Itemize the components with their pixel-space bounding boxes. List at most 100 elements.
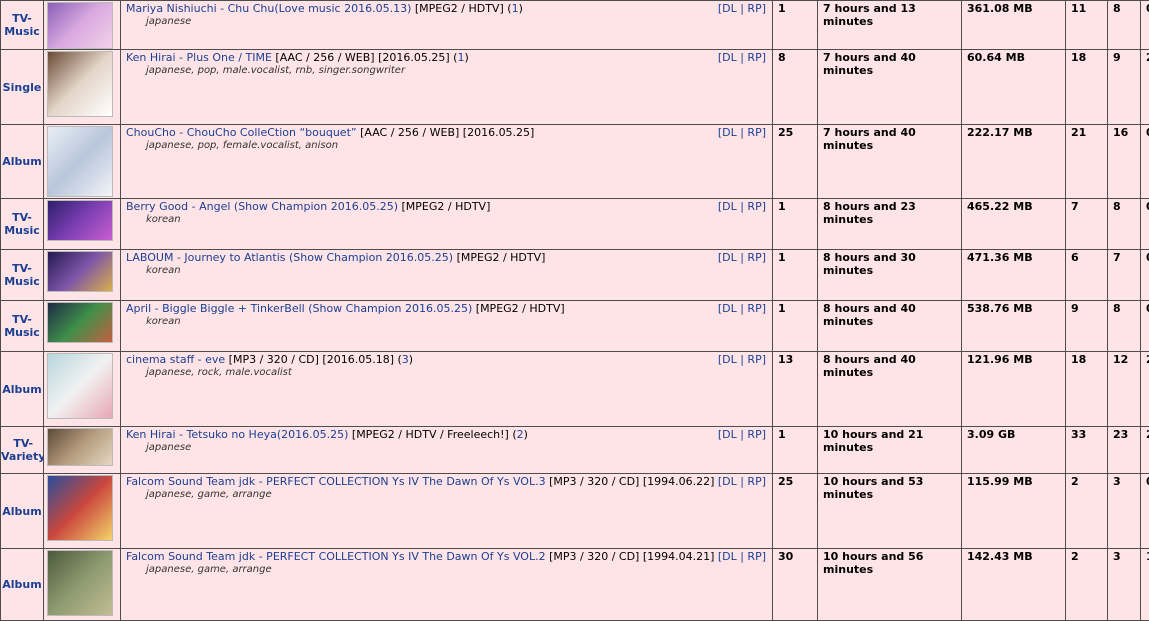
download-report-links: [DL | RP]	[718, 550, 766, 563]
download-link[interactable]: DL	[722, 200, 737, 213]
snatched-count: 0	[1141, 474, 1149, 549]
torrent-title-link[interactable]: Ken Hirai - Tetsuko no Heya(2016.05.25)	[126, 428, 348, 441]
cover-thumbnail[interactable]	[47, 353, 113, 419]
cover-thumbnail[interactable]	[47, 428, 113, 466]
tag-list[interactable]: japanese	[126, 441, 772, 454]
cover-thumbnail[interactable]	[47, 251, 113, 292]
download-link[interactable]: DL	[722, 428, 737, 441]
download-link[interactable]: DL	[722, 475, 737, 488]
title-line: cinema staff - eve [MP3 / 320 / CD] [201…	[126, 353, 772, 366]
download-link[interactable]: DL	[722, 302, 737, 315]
cover-thumbnail[interactable]	[47, 2, 113, 49]
cover-thumbnail[interactable]	[47, 550, 113, 616]
category-link[interactable]: TV-Music	[1, 12, 43, 38]
torrent-size: 115.99 MB	[962, 474, 1066, 549]
title-line: LABOUM - Journey to Atlantis (Show Champ…	[126, 251, 772, 264]
category-link[interactable]: Album	[2, 505, 41, 518]
category-cell: Album	[1, 125, 44, 199]
download-link[interactable]: DL	[722, 51, 737, 64]
tag-list[interactable]: japanese, pop, male.vocalist, rnb, singe…	[126, 64, 772, 77]
torrent-row: Album Falcom Sound Team jdk - PERFECT COL…	[1, 549, 1149, 621]
comments-count-link[interactable]: 1	[457, 51, 464, 64]
category-link[interactable]: TV-Music	[1, 262, 43, 288]
thumbnail-cell	[44, 474, 121, 549]
comments-count-link[interactable]: 3	[402, 353, 409, 366]
download-link[interactable]: DL	[722, 2, 737, 15]
torrent-title-link[interactable]: LABOUM - Journey to Atlantis (Show Champ…	[126, 251, 453, 264]
report-link[interactable]: RP	[747, 353, 761, 366]
torrent-row: Album ChouCho - ChouCho ColleCtion “bouqu…	[1, 125, 1149, 199]
category-cell: Album	[1, 549, 44, 621]
category-link[interactable]: TV-Music	[1, 211, 43, 237]
report-link[interactable]: RP	[747, 302, 761, 315]
tag-list[interactable]: japanese, game, arrange	[126, 488, 772, 501]
download-link[interactable]: DL	[722, 550, 737, 563]
torrent-title-link[interactable]: ChouCho - ChouCho ColleCtion “bouquet”	[126, 126, 357, 139]
seeders-count: 21	[1066, 125, 1108, 199]
torrent-size: 142.43 MB	[962, 549, 1066, 621]
file-count: 1	[773, 1, 818, 50]
cover-thumbnail[interactable]	[47, 302, 113, 343]
file-count: 8	[773, 50, 818, 125]
torrent-title-link[interactable]: Ken Hirai - Plus One / TIME	[126, 51, 272, 64]
report-link[interactable]: RP	[747, 428, 761, 441]
download-link[interactable]: DL	[722, 251, 737, 264]
seeders-count: 2	[1066, 474, 1108, 549]
download-link[interactable]: DL	[722, 126, 737, 139]
torrent-row: SingleKen Hirai - Plus One / TIME [AAC /…	[1, 50, 1149, 125]
tag-list[interactable]: korean	[126, 264, 772, 277]
torrent-title-link[interactable]: April - Biggle Biggle + TinkerBell (Show…	[126, 302, 472, 315]
cover-thumbnail[interactable]	[47, 126, 113, 197]
torrent-title-link[interactable]: Berry Good - Angel (Show Champion 2016.0…	[126, 200, 398, 213]
report-link[interactable]: RP	[747, 2, 761, 15]
title-cell: Falcom Sound Team jdk - PERFECT COLLECTI…	[121, 549, 773, 621]
tag-list[interactable]: japanese	[126, 15, 772, 28]
leechers-count: 9	[1108, 50, 1141, 125]
cover-thumbnail[interactable]	[47, 51, 113, 117]
title-line: Falcom Sound Team jdk - PERFECT COLLECTI…	[126, 475, 772, 488]
category-link[interactable]: Album	[2, 578, 41, 591]
report-link[interactable]: RP	[747, 126, 761, 139]
tag-list[interactable]: japanese, rock, male.vocalist	[126, 366, 772, 379]
time-added: 8 hours and 30 minutes	[818, 250, 962, 301]
torrent-size: 3.09 GB	[962, 427, 1066, 474]
torrent-title-link[interactable]: Falcom Sound Team jdk - PERFECT COLLECTI…	[126, 550, 546, 563]
title-cell: Falcom Sound Team jdk - PERFECT COLLECTI…	[121, 474, 773, 549]
category-link[interactable]: TV-Variety	[1, 437, 44, 463]
report-link[interactable]: RP	[747, 200, 761, 213]
snatched-count: 0	[1141, 250, 1149, 301]
report-link[interactable]: RP	[747, 475, 761, 488]
category-link[interactable]: Album	[2, 155, 41, 168]
tag-list[interactable]: japanese, game, arrange	[126, 563, 772, 576]
leechers-count: 8	[1108, 199, 1141, 250]
torrent-title-link[interactable]: Falcom Sound Team jdk - PERFECT COLLECTI…	[126, 475, 546, 488]
category-link[interactable]: Single	[3, 81, 42, 94]
torrent-size: 538.76 MB	[962, 301, 1066, 352]
report-link[interactable]: RP	[747, 51, 761, 64]
thumbnail-cell	[44, 301, 121, 352]
torrent-row: TV-Variety Ken Hirai - Tetsuko no Heya(20…	[1, 427, 1149, 474]
category-link[interactable]: TV-Music	[1, 313, 43, 339]
category-link[interactable]: Album	[2, 383, 41, 396]
title-line: Mariya Nishiuchi - Chu Chu(Love music 20…	[126, 2, 772, 15]
tag-list[interactable]: korean	[126, 213, 772, 226]
torrent-size: 361.08 MB	[962, 1, 1066, 50]
torrent-title-link[interactable]: cinema staff - eve	[126, 353, 225, 366]
comments-count-link[interactable]: 2	[517, 428, 524, 441]
snatched-count: 1	[1141, 549, 1149, 621]
snatched-count: 0	[1141, 125, 1149, 199]
comments-count-link[interactable]: 1	[512, 2, 519, 15]
report-link[interactable]: RP	[747, 550, 761, 563]
download-link[interactable]: DL	[722, 353, 737, 366]
cover-thumbnail[interactable]	[47, 200, 113, 241]
tag-list[interactable]: japanese, pop, female.vocalist, anison	[126, 139, 772, 152]
report-link[interactable]: RP	[747, 251, 761, 264]
torrent-title-link[interactable]: Mariya Nishiuchi - Chu Chu(Love music 20…	[126, 2, 411, 15]
time-added: 8 hours and 40 minutes	[818, 301, 962, 352]
tag-list[interactable]: korean	[126, 315, 772, 328]
thumbnail-cell	[44, 250, 121, 301]
cover-thumbnail[interactable]	[47, 475, 113, 541]
title-line: Falcom Sound Team jdk - PERFECT COLLECTI…	[126, 550, 772, 563]
file-count: 1	[773, 250, 818, 301]
title-cell: Ken Hirai - Tetsuko no Heya(2016.05.25) …	[121, 427, 773, 474]
